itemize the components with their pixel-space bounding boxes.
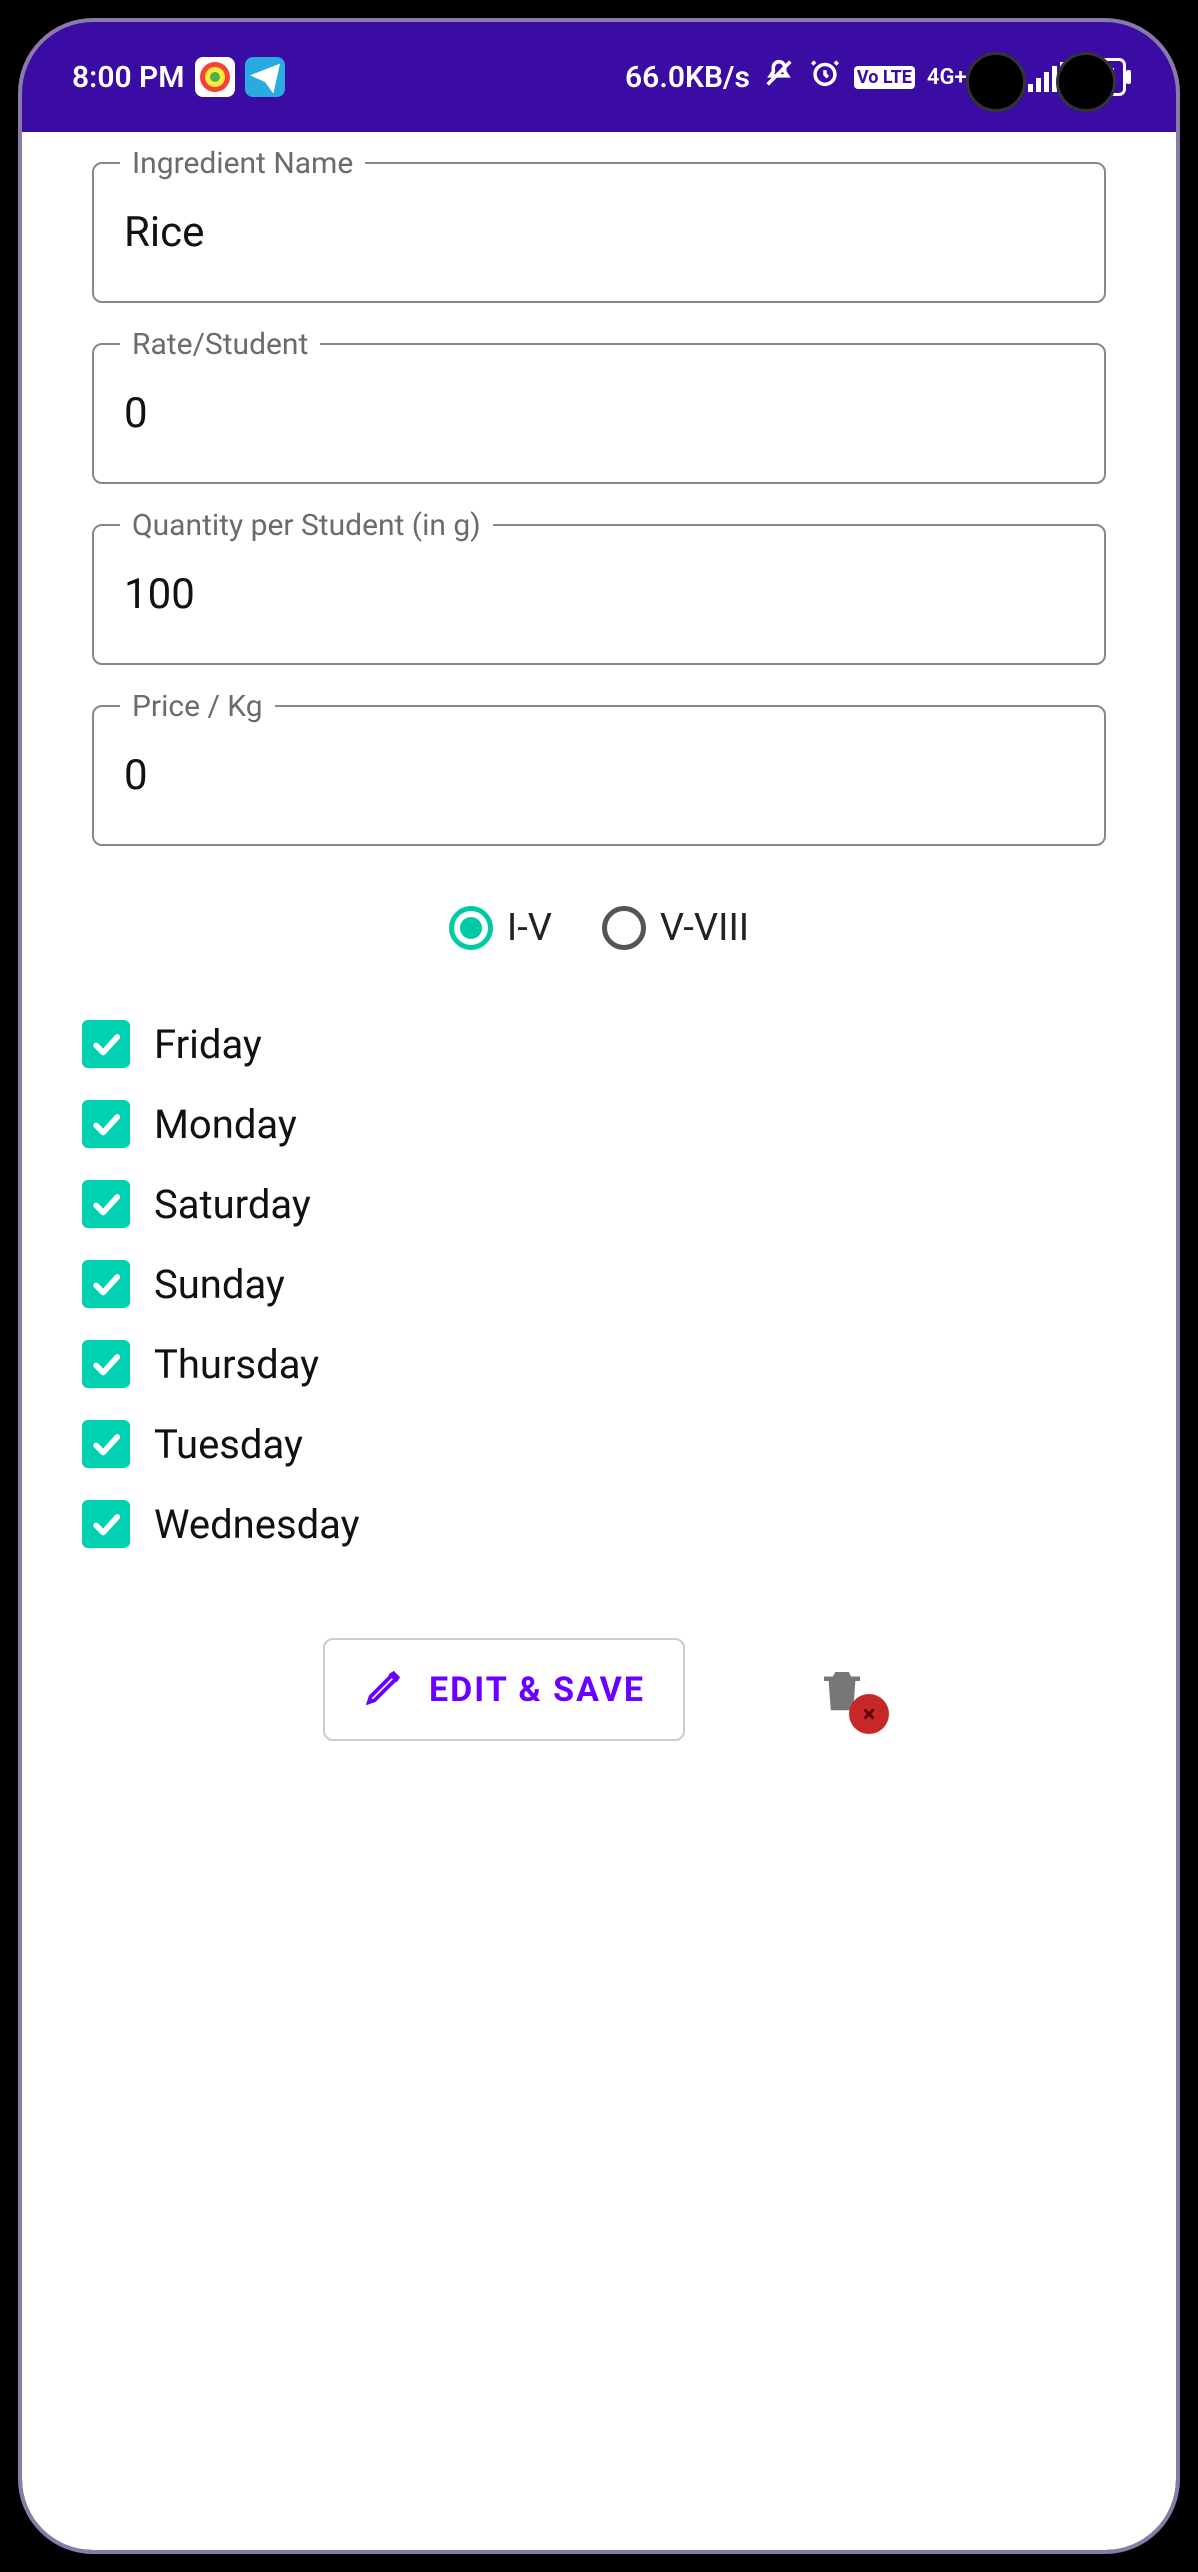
checkbox-checked-icon — [82, 1340, 130, 1388]
check-item-sunday[interactable]: Sunday — [82, 1260, 1106, 1308]
days-checklist: Friday Monday Saturday Sunday — [82, 1020, 1106, 1548]
checkbox-checked-icon — [82, 1500, 130, 1548]
field-qty: Quantity per Student (in g) — [92, 524, 1106, 665]
close-badge-icon — [849, 1694, 889, 1734]
label-price: Price / Kg — [120, 689, 275, 724]
label-qty: Quantity per Student (in g) — [120, 508, 493, 543]
radio-circle-selected-icon — [449, 906, 493, 950]
label-ingredient: Ingredient Name — [120, 146, 365, 181]
radio-label-1-5: I-V — [507, 906, 552, 950]
checkbox-checked-icon — [82, 1100, 130, 1148]
app-icon-1 — [195, 57, 235, 97]
check-label: Thursday — [154, 1341, 319, 1388]
checkbox-checked-icon — [82, 1260, 130, 1308]
check-label: Saturday — [154, 1181, 311, 1228]
check-label: Tuesday — [154, 1421, 303, 1468]
check-label: Friday — [154, 1021, 262, 1068]
radio-circle-icon — [602, 906, 646, 950]
input-ingredient[interactable] — [92, 162, 1106, 303]
status-bar: 8:00 PM 66.0KB/s Vo LT — [22, 22, 1176, 132]
radio-class-5-8[interactable]: V-VIII — [602, 906, 749, 950]
check-label: Monday — [154, 1101, 297, 1148]
delete-button[interactable] — [815, 1660, 875, 1720]
label-rate: Rate/Student — [120, 327, 320, 362]
checkbox-checked-icon — [82, 1420, 130, 1468]
check-item-wednesday[interactable]: Wednesday — [82, 1500, 1106, 1548]
net-type: 4G+ — [927, 65, 967, 90]
edit-save-label: EDIT & SAVE — [429, 1670, 645, 1710]
phone-bezel: 8:00 PM 66.0KB/s Vo LT — [18, 18, 1180, 2554]
input-rate[interactable] — [92, 343, 1106, 484]
field-price: Price / Kg — [92, 705, 1106, 846]
alarm-icon — [808, 56, 842, 98]
field-rate: Rate/Student — [92, 343, 1106, 484]
screen: 8:00 PM 66.0KB/s Vo LT — [22, 22, 1176, 2550]
input-price[interactable] — [92, 705, 1106, 846]
class-radio-group: I-V V-VIII — [92, 906, 1106, 950]
action-row: EDIT & SAVE — [92, 1638, 1106, 1741]
mute-icon — [762, 56, 796, 98]
radio-label-5-8: V-VIII — [660, 906, 749, 950]
check-label: Wednesday — [154, 1501, 360, 1548]
check-item-thursday[interactable]: Thursday — [82, 1340, 1106, 1388]
checkbox-checked-icon — [82, 1020, 130, 1068]
camera-cutout — [966, 52, 1116, 112]
check-item-friday[interactable]: Friday — [82, 1020, 1106, 1068]
status-net-speed: 66.0KB/s — [625, 60, 750, 95]
radio-class-1-5[interactable]: I-V — [449, 906, 552, 950]
status-time: 8:00 PM — [72, 60, 185, 95]
edit-save-button[interactable]: EDIT & SAVE — [323, 1638, 685, 1741]
input-qty[interactable] — [92, 524, 1106, 665]
check-item-tuesday[interactable]: Tuesday — [82, 1420, 1106, 1468]
check-item-monday[interactable]: Monday — [82, 1100, 1106, 1148]
volte-badge: Vo LTE — [854, 66, 915, 89]
phone-frame: 8:00 PM 66.0KB/s Vo LT — [0, 0, 1198, 2572]
check-label: Sunday — [154, 1261, 285, 1308]
checkbox-checked-icon — [82, 1180, 130, 1228]
pencil-icon — [363, 1662, 409, 1717]
field-ingredient: Ingredient Name — [92, 162, 1106, 303]
form-content: Ingredient Name Rate/Student Quantity pe… — [22, 132, 1176, 1801]
app-icon-2 — [245, 57, 285, 97]
check-item-saturday[interactable]: Saturday — [82, 1180, 1106, 1228]
